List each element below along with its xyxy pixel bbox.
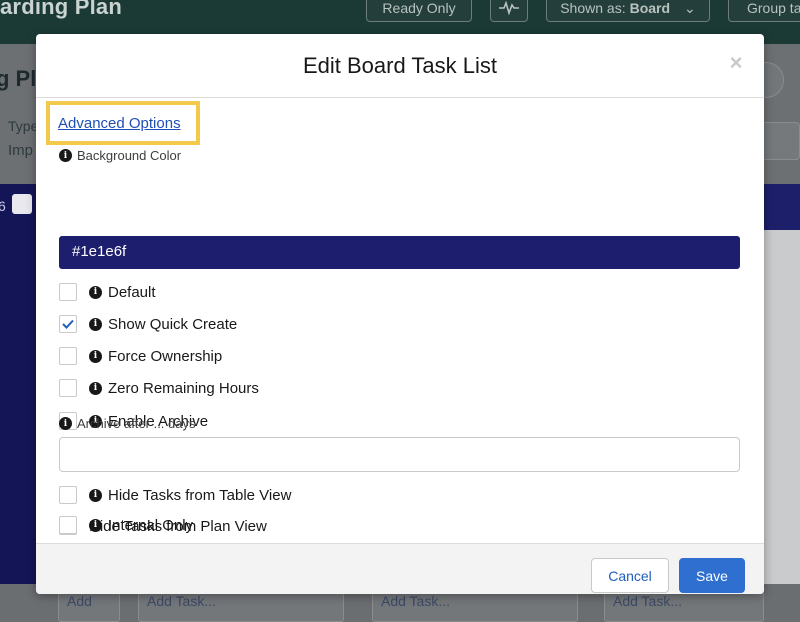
default-checkbox-row[interactable]: i Default bbox=[59, 282, 156, 302]
archive-after-days-input[interactable] bbox=[59, 437, 740, 472]
chevron-down-icon: ⌄ bbox=[684, 0, 696, 16]
zero-remaining-hours-checkbox-row[interactable]: i Zero Remaining Hours bbox=[59, 378, 259, 398]
column-count: 6 bbox=[0, 198, 6, 214]
internal-only-checkbox-row[interactable]: i Internal Only bbox=[59, 515, 193, 535]
default-checkbox[interactable] bbox=[59, 283, 77, 301]
modal-header: Edit Board Task List × bbox=[36, 34, 764, 98]
info-icon[interactable]: i bbox=[59, 149, 72, 162]
default-label: i Default bbox=[89, 284, 156, 301]
info-icon[interactable]: i bbox=[89, 349, 102, 363]
info-icon[interactable]: i bbox=[89, 518, 102, 532]
add-task-placeholder: Add Task... bbox=[613, 593, 683, 609]
background-color-label-text: Background Color bbox=[77, 148, 182, 163]
advanced-options-highlight: Advanced Options bbox=[46, 101, 200, 145]
zero-remaining-hours-label: i Zero Remaining Hours bbox=[89, 380, 259, 397]
force-ownership-label: i Force Ownership bbox=[89, 348, 222, 365]
info-icon[interactable]: i bbox=[59, 417, 72, 430]
type-value: Imp bbox=[8, 142, 34, 159]
background-select[interactable] bbox=[760, 122, 800, 160]
column-menu-button[interactable] bbox=[12, 194, 32, 214]
pulse-icon[interactable] bbox=[490, 0, 528, 22]
add-task-placeholder: Add Task... bbox=[147, 593, 217, 609]
add-label: Add bbox=[67, 593, 92, 609]
force-ownership-checkbox[interactable] bbox=[59, 347, 77, 365]
shown-as-value: Board bbox=[629, 0, 671, 16]
background-color-label: i Background Color bbox=[59, 148, 181, 163]
background-color-input[interactable]: #1e1e6f bbox=[59, 236, 740, 269]
advanced-options-link[interactable]: Advanced Options bbox=[58, 115, 181, 132]
modal-body: Advanced Options i Background Color #1e1… bbox=[36, 99, 764, 543]
show-quick-create-checkbox-row[interactable]: i Show Quick Create bbox=[59, 314, 237, 334]
board-column-right bbox=[764, 184, 800, 584]
group-label: Group ta bbox=[747, 0, 800, 16]
info-icon[interactable]: i bbox=[89, 381, 102, 395]
close-icon[interactable]: × bbox=[728, 52, 744, 74]
ready-only-label: Ready Only bbox=[382, 0, 456, 16]
hide-tasks-table-view-label: i Hide Tasks from Table View bbox=[89, 487, 291, 504]
archive-after-days-label: i Archive after ... days bbox=[59, 416, 196, 431]
board-column bbox=[0, 184, 36, 584]
shown-as-dropdown[interactable]: Shown as: Board ⌄ bbox=[546, 0, 710, 22]
type-label: Type bbox=[8, 118, 39, 134]
info-icon[interactable]: i bbox=[89, 317, 102, 331]
force-ownership-label-text: Force Ownership bbox=[108, 347, 223, 365]
show-quick-create-label-text: Show Quick Create bbox=[108, 315, 238, 333]
group-button[interactable]: Group ta bbox=[728, 0, 800, 22]
info-icon[interactable]: i bbox=[89, 285, 102, 299]
internal-only-checkbox[interactable] bbox=[59, 516, 77, 534]
force-ownership-checkbox-row[interactable]: i Force Ownership bbox=[59, 346, 222, 366]
internal-only-label-text: Internal Only bbox=[108, 516, 194, 534]
save-button[interactable]: Save bbox=[679, 558, 745, 593]
info-icon[interactable]: i bbox=[89, 488, 102, 502]
default-label-text: Default bbox=[108, 283, 156, 301]
hide-tasks-table-view-label-text: Hide Tasks from Table View bbox=[108, 486, 292, 504]
cancel-button[interactable]: Cancel bbox=[591, 558, 669, 593]
zero-remaining-hours-label-text: Zero Remaining Hours bbox=[108, 379, 259, 397]
shown-as-prefix: Shown as: bbox=[560, 0, 626, 16]
ready-only-button[interactable]: Ready Only bbox=[366, 0, 472, 22]
modal-title: Edit Board Task List bbox=[302, 52, 498, 78]
archive-after-label-text: Archive after ... days bbox=[77, 416, 196, 431]
board-column-right-header bbox=[764, 184, 800, 230]
internal-only-label: i Internal Only bbox=[89, 517, 193, 534]
add-task-placeholder: Add Task... bbox=[381, 593, 451, 609]
hide-tasks-table-view-checkbox[interactable] bbox=[59, 486, 77, 504]
hide-tasks-table-view-checkbox-row[interactable]: i Hide Tasks from Table View bbox=[59, 485, 291, 505]
modal-footer: Cancel Save bbox=[36, 543, 764, 594]
edit-board-task-list-modal: Edit Board Task List × Advanced Options … bbox=[36, 34, 764, 594]
show-quick-create-checkbox[interactable] bbox=[59, 315, 77, 333]
zero-remaining-hours-checkbox[interactable] bbox=[59, 379, 77, 397]
show-quick-create-label: i Show Quick Create bbox=[89, 316, 237, 333]
app-title: arding Plan bbox=[0, 0, 122, 19]
